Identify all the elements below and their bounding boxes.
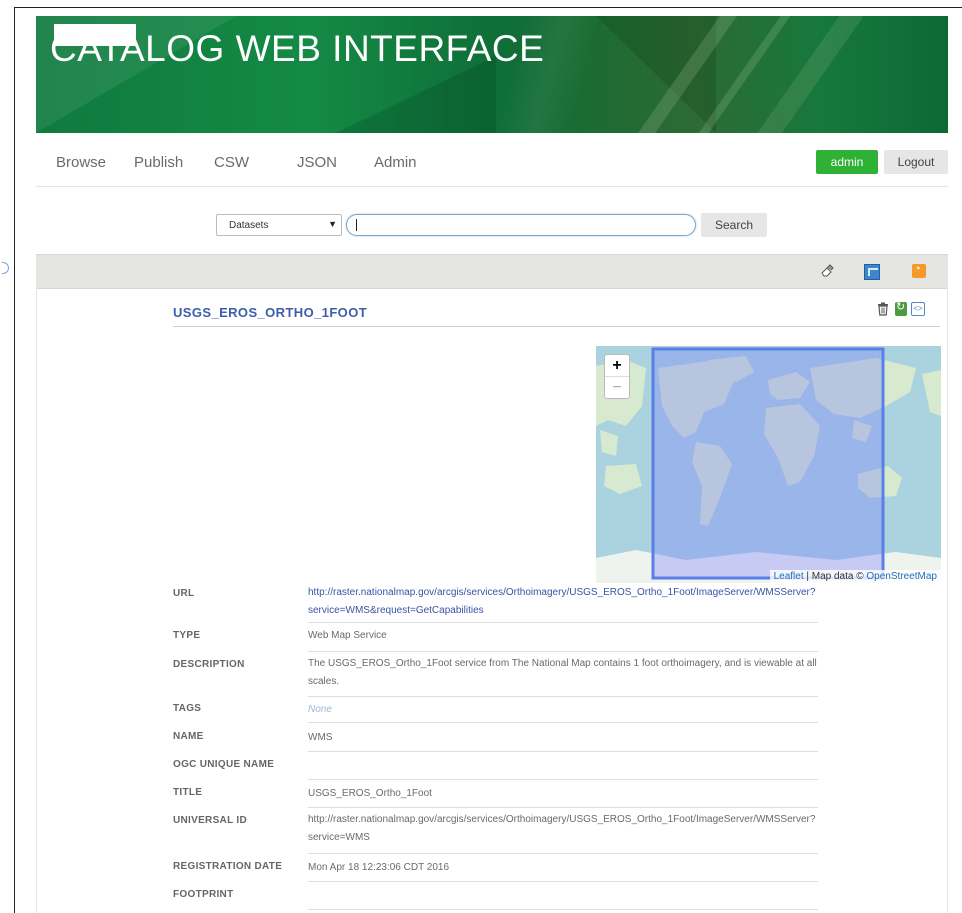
nav-csw[interactable]: CSW — [214, 153, 249, 173]
field-label-tags: TAGS — [173, 703, 202, 714]
search-type-value: Datasets — [229, 220, 269, 231]
field-value-title: USGS_EROS_Ortho_1Foot — [308, 788, 432, 799]
field-value-type: Web Map Service — [308, 630, 387, 641]
nav-admin[interactable]: Admin — [374, 153, 417, 173]
logout-button[interactable]: Logout — [884, 150, 948, 174]
world-map — [596, 346, 941, 583]
field-label-name: NAME — [173, 731, 204, 742]
field-label-url: URL — [173, 588, 195, 599]
leaflet-link[interactable]: Leaflet — [774, 571, 804, 582]
field-value-universal-id: http://raster.nationalmap.gov/arcgis/ser… — [308, 814, 816, 843]
rss-icon[interactable] — [912, 263, 926, 278]
field-label-type: TYPE — [173, 630, 201, 641]
results-toolbar — [36, 254, 948, 289]
field-divider — [308, 622, 818, 623]
window-frame-top — [14, 7, 962, 8]
attribution-separator: | Map data © — [803, 571, 867, 582]
field-label-description: DESCRIPTION — [173, 659, 245, 670]
text-caret — [356, 219, 357, 231]
refresh-icon[interactable] — [895, 300, 907, 316]
search-button[interactable]: Search — [701, 213, 767, 237]
nav-browse[interactable]: Browse — [56, 153, 106, 173]
nav-json[interactable]: JSON — [297, 153, 337, 173]
nav-divider — [36, 186, 948, 187]
user-button[interactable]: admin — [816, 150, 878, 174]
footprint-map[interactable]: + − Leaflet | Map data © OpenStreetMap — [596, 346, 941, 583]
field-divider — [308, 779, 818, 780]
record-panel: USGS_EROS_ORTHO_1FOOT <> — [36, 288, 948, 913]
field-value-name: WMS — [308, 732, 333, 743]
redaction-mask — [54, 24, 136, 46]
window-frame-left — [14, 7, 15, 913]
field-divider — [308, 696, 818, 697]
eraser-icon[interactable] — [820, 264, 834, 278]
osm-link[interactable]: OpenStreetMap — [866, 571, 937, 582]
map-zoom-control: + − — [604, 354, 630, 399]
field-label-registration-date: REGISTRATION DATE — [173, 861, 283, 872]
field-value-registration-date: Mon Apr 18 12:23:06 CDT 2016 — [308, 862, 450, 873]
field-value-url[interactable]: http://raster.nationalmap.gov/arcgis/ser… — [308, 584, 818, 620]
chevron-down-icon: ▼ — [328, 219, 337, 229]
field-label-title: TITLE — [173, 787, 203, 798]
field-divider — [308, 807, 818, 808]
record-title-divider — [173, 326, 940, 327]
search-input[interactable] — [346, 214, 696, 236]
field-label-ogc-unique-name: OGC UNIQUE NAME — [173, 759, 275, 770]
field-value-description: The USGS_EROS_Ortho_1Foot service from T… — [308, 658, 817, 687]
field-divider — [308, 909, 818, 910]
field-divider — [308, 651, 818, 652]
code-icon[interactable]: <> — [911, 302, 925, 316]
zoom-out-button[interactable]: − — [605, 377, 629, 398]
map-attribution: Leaflet | Map data © OpenStreetMap — [769, 570, 941, 583]
field-divider — [308, 722, 818, 723]
field-divider — [308, 853, 818, 854]
kml-icon[interactable] — [864, 264, 880, 280]
nav-publish[interactable]: Publish — [134, 153, 183, 173]
field-divider — [308, 751, 818, 752]
search-type-select[interactable]: Datasets ▼ — [216, 214, 342, 236]
side-scroll-handle[interactable] — [2, 262, 9, 274]
page: CATALOG WEB INTERFACE Browse Publish CSW… — [36, 16, 948, 913]
field-divider — [308, 881, 818, 882]
main-nav: Browse Publish CSW JSON Admin — [36, 153, 948, 187]
header-banner: CATALOG WEB INTERFACE — [36, 16, 948, 133]
trash-icon[interactable] — [877, 302, 889, 316]
record-title[interactable]: USGS_EROS_ORTHO_1FOOT — [173, 305, 367, 320]
field-label-footprint: FOOTPRINT — [173, 889, 234, 900]
field-value-tags: None — [308, 704, 332, 715]
field-label-universal-id: UNIVERSAL ID — [173, 815, 247, 826]
zoom-in-button[interactable]: + — [605, 355, 629, 377]
